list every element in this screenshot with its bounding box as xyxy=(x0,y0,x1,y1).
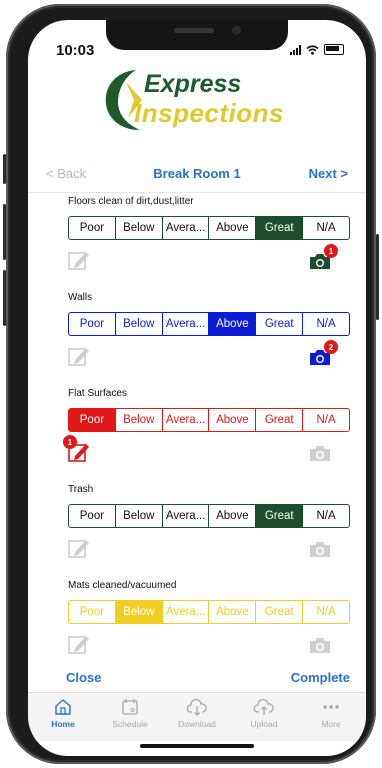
question-label: Trash xyxy=(68,484,94,495)
tab-more[interactable]: More xyxy=(298,697,364,729)
camera-icon[interactable] xyxy=(308,444,332,468)
rating-option[interactable]: Below xyxy=(114,505,162,527)
rating-option[interactable]: Above xyxy=(208,409,255,431)
rating-option[interactable]: Above xyxy=(208,313,256,335)
rating-option[interactable]: Avera... xyxy=(161,313,209,335)
app-screen: 10:03 Express Inspections < Back Break R… xyxy=(28,20,366,756)
front-camera xyxy=(232,26,241,35)
camera-icon[interactable] xyxy=(308,540,332,564)
close-button[interactable]: Close xyxy=(66,670,101,685)
home-indicator xyxy=(140,744,254,748)
app-logo: Express Inspections xyxy=(96,64,296,136)
rating-segmented-control: Poor Below Avera... Above Great N/A xyxy=(68,408,350,432)
rating-option[interactable]: N/A xyxy=(302,313,349,335)
phone-volume-down xyxy=(3,270,6,326)
room-nav: < Back Break Room 1 Next > xyxy=(28,166,366,186)
rating-option[interactable]: Below xyxy=(114,217,162,239)
tab-label: More xyxy=(321,719,341,729)
tab-label: Download xyxy=(178,719,216,729)
logo-text-inspections: Inspections xyxy=(134,98,284,128)
rating-option[interactable]: Great xyxy=(255,217,303,239)
rating-segmented-control: Poor Below Avera... Above Great N/A xyxy=(68,216,350,240)
rating-option[interactable]: Below xyxy=(114,409,162,431)
next-button[interactable]: Next > xyxy=(309,166,348,181)
question-label: Mats cleaned/vacuumed xyxy=(68,580,177,591)
status-indicators xyxy=(290,44,344,55)
rating-option[interactable]: Above xyxy=(208,217,255,239)
nav-divider xyxy=(28,192,366,193)
rating-option[interactable]: Avera... xyxy=(161,601,209,623)
rating-option[interactable]: N/A xyxy=(302,409,349,431)
signal-icon xyxy=(290,44,301,55)
notch xyxy=(106,20,288,50)
battery-icon xyxy=(324,44,344,55)
tab-upload[interactable]: Upload xyxy=(231,697,297,729)
rating-option[interactable]: N/A xyxy=(302,217,349,239)
rating-option[interactable]: Poor xyxy=(69,505,115,527)
add-note-icon[interactable] xyxy=(68,633,90,660)
tab-label: Schedule xyxy=(112,719,148,729)
add-note-icon[interactable] xyxy=(68,537,90,564)
cloud-download-icon xyxy=(186,698,207,716)
note-count-badge: 1 xyxy=(63,435,77,449)
rating-segmented-control: Poor Below Avera... Above Great N/A xyxy=(68,312,350,336)
camera-icon[interactable] xyxy=(308,636,332,660)
question-label: Walls xyxy=(68,292,93,303)
question-label: Floors clean of dirt,dust,litter xyxy=(68,196,194,207)
more-icon xyxy=(323,705,339,709)
tab-bar: Home Schedule Download Upload More xyxy=(28,692,366,741)
status-time: 10:03 xyxy=(56,42,95,59)
rating-option[interactable]: N/A xyxy=(302,601,349,623)
cloud-upload-icon xyxy=(253,698,274,715)
rating-segmented-control: Poor Below Avera... Above Great N/A xyxy=(68,504,350,528)
home-icon xyxy=(55,699,71,715)
rating-option[interactable]: Poor xyxy=(69,601,115,623)
rating-segmented-control: Poor Below Avera... Above Great N/A xyxy=(68,600,350,624)
rating-option[interactable]: Below xyxy=(114,601,162,623)
wifi-icon xyxy=(306,44,319,55)
rating-option[interactable]: Above xyxy=(208,505,255,527)
add-note-icon[interactable] xyxy=(68,345,90,372)
rating-option[interactable]: Great xyxy=(255,601,302,623)
tab-schedule[interactable]: Schedule xyxy=(97,697,163,729)
complete-button[interactable]: Complete xyxy=(291,670,350,685)
rating-option[interactable]: Poor xyxy=(69,313,115,335)
rating-option[interactable]: Above xyxy=(208,601,255,623)
speaker-grille xyxy=(174,28,214,33)
rating-option[interactable]: Avera... xyxy=(161,217,209,239)
rating-option[interactable]: N/A xyxy=(302,505,349,527)
rating-option[interactable]: Avera... xyxy=(161,409,209,431)
question-label: Flat Surfaces xyxy=(68,388,127,399)
rating-option[interactable]: Avera... xyxy=(161,505,209,527)
rating-option[interactable]: Great xyxy=(255,505,303,527)
tab-home[interactable]: Home xyxy=(30,697,96,729)
phone-power-button xyxy=(376,234,379,320)
phone-mute-switch xyxy=(3,154,6,184)
rating-option[interactable]: Poor xyxy=(69,217,115,239)
rating-option[interactable]: Poor xyxy=(69,409,115,431)
phone-volume-up xyxy=(3,204,6,260)
photo-count-badge: 1 xyxy=(324,244,338,258)
phone-frame: 10:03 Express Inspections < Back Break R… xyxy=(3,4,379,764)
rating-option[interactable]: Great xyxy=(255,313,302,335)
tab-label: Upload xyxy=(250,719,278,729)
add-note-icon[interactable] xyxy=(68,249,90,276)
tab-label: Home xyxy=(51,719,75,729)
rating-option[interactable]: Below xyxy=(114,313,162,335)
rating-option[interactable]: Great xyxy=(255,409,302,431)
photo-count-badge: 2 xyxy=(324,340,338,354)
calendar-icon xyxy=(122,699,138,715)
tab-download[interactable]: Download xyxy=(164,697,230,729)
logo-text-express: Express xyxy=(144,70,242,98)
